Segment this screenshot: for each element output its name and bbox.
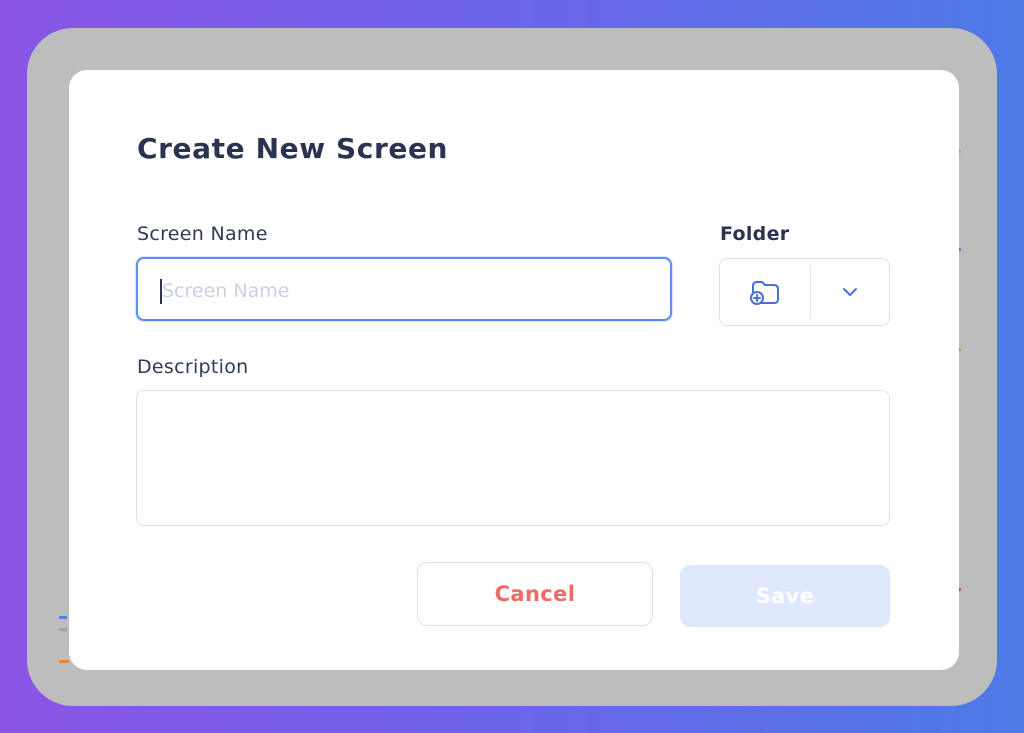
screen-name-label: Screen Name bbox=[137, 223, 268, 245]
save-button[interactable]: Save bbox=[680, 565, 890, 627]
dialog-title: Create New Screen bbox=[137, 132, 449, 165]
description-label: Description bbox=[137, 356, 249, 378]
screen-name-placeholder: Screen Name bbox=[162, 280, 290, 302]
create-screen-dialog: Create New Screen Screen Name Folder Scr… bbox=[69, 70, 959, 670]
background-hint bbox=[59, 616, 67, 619]
background-hint bbox=[59, 660, 69, 663]
cancel-button[interactable]: Cancel bbox=[417, 562, 653, 626]
folder-add-icon bbox=[750, 281, 779, 305]
add-folder-button[interactable] bbox=[720, 259, 810, 325]
folder-label: Folder bbox=[720, 223, 790, 245]
screen-name-input[interactable]: Screen Name bbox=[136, 257, 672, 321]
folder-dropdown-toggle[interactable] bbox=[811, 259, 889, 325]
chevron-down-icon bbox=[843, 288, 857, 296]
folder-select[interactable] bbox=[719, 258, 890, 326]
description-textarea[interactable] bbox=[136, 390, 890, 526]
background-hint bbox=[59, 628, 67, 631]
